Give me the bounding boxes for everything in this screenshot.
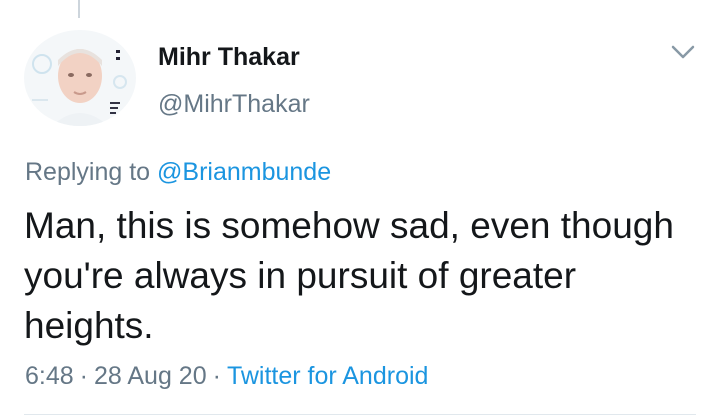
divider <box>24 414 696 415</box>
separator-dot: · <box>212 362 221 390</box>
tweet-menu-button[interactable] <box>669 40 697 64</box>
profile-photo-icon <box>24 30 136 126</box>
author-handle[interactable]: @MihrThakar <box>158 89 310 119</box>
tweet-text: Man, this is somehow sad, even though yo… <box>24 205 674 346</box>
replying-to-label: Replying to <box>25 158 151 186</box>
author-display-name[interactable]: Mihr Thakar <box>158 42 300 72</box>
avatar[interactable] <box>24 30 136 126</box>
separator-dot: · <box>79 362 88 390</box>
tweet-date[interactable]: 28 Aug 20 <box>94 362 207 390</box>
replying-to-mention-link[interactable]: @Brianmbunde <box>157 158 331 186</box>
tweet-metadata: 6:48 · 28 Aug 20 · Twitter for Android <box>25 361 428 391</box>
replying-to-line: Replying to @Brianmbunde <box>25 157 331 187</box>
tweet-time[interactable]: 6:48 <box>25 362 74 390</box>
tweet-detail: Mihr Thakar @MihrThakar Replying to @Bri… <box>0 0 720 419</box>
tweet-source-link[interactable]: Twitter for Android <box>227 362 428 390</box>
chevron-down-icon <box>671 45 695 59</box>
thread-connector-line <box>78 0 80 18</box>
